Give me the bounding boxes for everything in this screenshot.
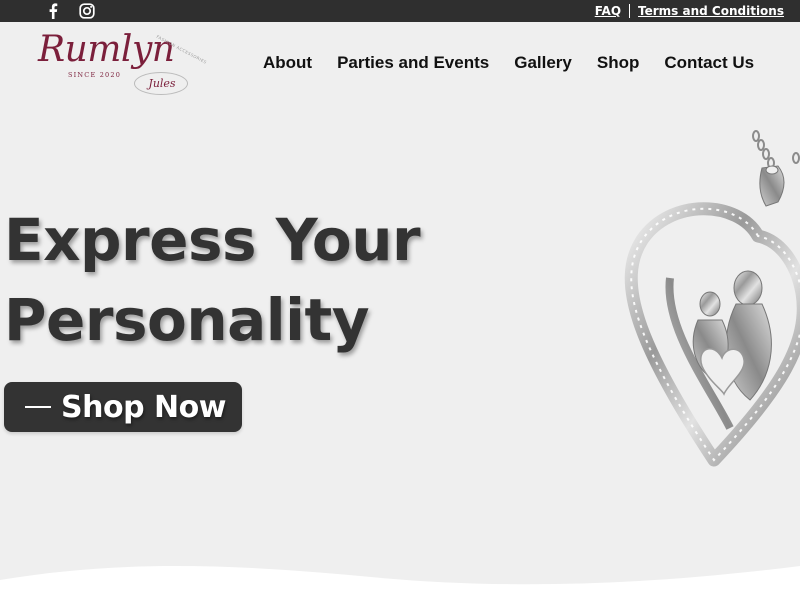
nav-gallery[interactable]: Gallery [514,53,572,73]
bottom-wave [0,566,800,600]
dash-icon [25,406,51,408]
hero-line-2: Personality [4,286,370,354]
logo-sub: Jules [148,77,176,90]
faq-link[interactable]: FAQ [595,4,621,18]
logo-wordmark: Rumlyn [38,29,175,70]
logo-oval: Jules [134,72,188,95]
shop-now-label: Shop Now [61,389,226,425]
instagram-link[interactable] [78,2,96,20]
shop-now-button[interactable]: Shop Now [4,382,242,432]
facebook-link[interactable] [44,2,62,20]
instagram-icon [79,3,95,19]
nav-contact-us[interactable]: Contact Us [664,53,754,73]
social-links [44,0,96,22]
site-logo[interactable]: Rumlyn SINCE 2020 Jules FASHION ACCESSOR… [38,29,208,98]
nav-shop[interactable]: Shop [597,53,640,73]
utility-links: FAQ Terms and Conditions [595,0,784,22]
nav-about[interactable]: About [263,53,312,73]
main-nav: About Parties and Events Gallery Shop Co… [263,53,754,73]
logo-since: SINCE 2020 [68,71,122,79]
nav-parties-and-events[interactable]: Parties and Events [337,53,489,73]
pendant-image [624,130,800,467]
link-divider [629,4,631,18]
terms-link[interactable]: Terms and Conditions [638,4,784,18]
hero-line-1: Express Your [4,206,421,274]
facebook-icon [49,3,58,19]
top-bar: FAQ Terms and Conditions [0,0,800,22]
hero-headline: Express Your Personality [4,200,524,360]
